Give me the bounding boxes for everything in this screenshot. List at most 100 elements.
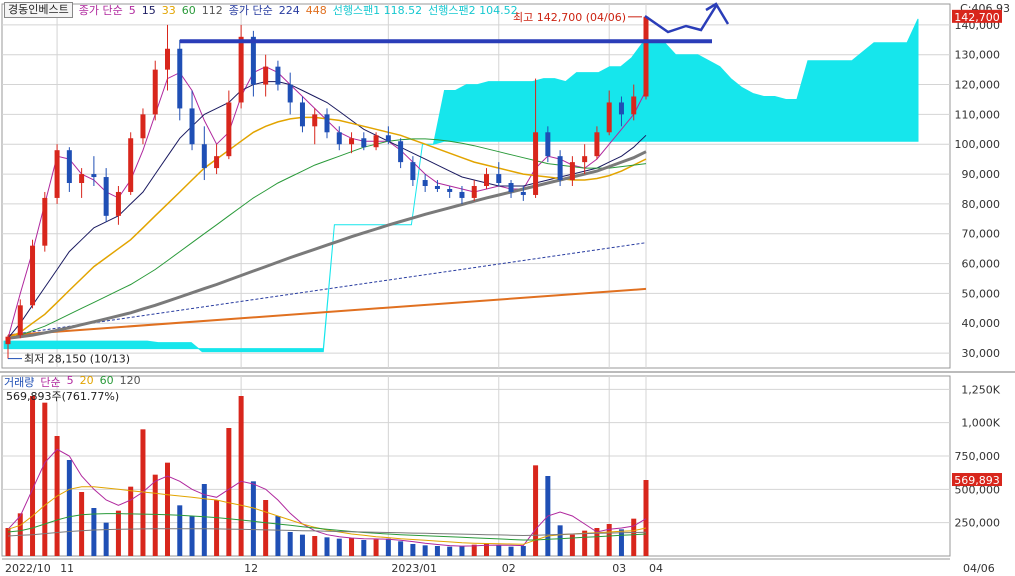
candle-body[interactable] <box>54 150 60 198</box>
candle-body[interactable] <box>471 186 477 198</box>
volume-bar[interactable] <box>410 544 416 556</box>
candle-body[interactable] <box>165 48 170 70</box>
volume-bar[interactable] <box>324 537 330 556</box>
volume-bar[interactable] <box>385 538 391 556</box>
volume-bar[interactable] <box>177 505 183 556</box>
candle-body[interactable] <box>508 183 514 192</box>
volume-bar[interactable] <box>226 428 232 556</box>
volume-bar[interactable] <box>189 516 195 556</box>
candle-body[interactable] <box>631 96 637 115</box>
volume-bar[interactable] <box>398 541 404 556</box>
candle-body[interactable] <box>17 305 23 336</box>
candle-body[interactable] <box>140 114 146 139</box>
candle-body[interactable] <box>226 102 232 157</box>
candle-body[interactable] <box>103 177 109 216</box>
candle-body[interactable] <box>152 69 158 115</box>
candle-body[interactable] <box>582 156 588 163</box>
candle-body[interactable] <box>434 186 440 189</box>
volume-info: 569,893주(761.77%) <box>6 390 120 403</box>
candle-body[interactable] <box>385 135 391 142</box>
candle-body[interactable] <box>520 191 526 195</box>
candle-body[interactable] <box>447 188 453 192</box>
candle-body[interactable] <box>606 102 612 133</box>
candle-body[interactable] <box>533 132 539 195</box>
candle-body[interactable] <box>594 132 600 157</box>
candle-body[interactable] <box>349 138 355 145</box>
price-tick-label: 130,000 <box>955 49 1001 62</box>
volume-bar[interactable] <box>299 534 305 556</box>
candle-body[interactable] <box>115 191 121 216</box>
candle-body[interactable] <box>128 138 134 192</box>
candle-body[interactable] <box>214 156 220 169</box>
volume-bar[interactable] <box>275 516 281 556</box>
low-price-label: 최저 28,150 (10/13) <box>24 353 130 366</box>
volume-bar[interactable] <box>434 546 440 556</box>
volume-bar[interactable] <box>496 545 502 556</box>
volume-bar[interactable] <box>349 538 355 556</box>
candle-body[interactable] <box>336 132 342 145</box>
price-tick-label: 80,000 <box>962 198 1001 211</box>
candle-body[interactable] <box>324 114 330 133</box>
volume-bar[interactable] <box>214 500 220 556</box>
volume-tick-label: 1,000K <box>961 417 1000 430</box>
volume-bar[interactable] <box>631 518 637 556</box>
volume-bar[interactable] <box>238 396 244 556</box>
candle-body[interactable] <box>275 66 281 85</box>
volume-bar[interactable] <box>643 480 649 556</box>
candle-body[interactable] <box>79 174 85 184</box>
volume-bar[interactable] <box>263 500 269 556</box>
candle-body[interactable] <box>422 180 428 186</box>
candle-body[interactable] <box>201 144 207 169</box>
candle-body[interactable] <box>545 132 551 157</box>
volume-bar[interactable] <box>287 532 293 556</box>
volume-bar[interactable] <box>115 510 121 556</box>
candle-body[interactable] <box>299 102 305 127</box>
volume-bar[interactable] <box>533 465 539 556</box>
candle-body[interactable] <box>287 84 293 103</box>
stock-name[interactable]: 경동인베스트 <box>4 2 73 18</box>
candle-body[interactable] <box>91 174 97 178</box>
candle-body[interactable] <box>643 16 649 97</box>
volume-bar[interactable] <box>459 546 465 556</box>
volume-bar[interactable] <box>361 540 367 556</box>
candle-body[interactable] <box>361 138 367 148</box>
candle-body[interactable] <box>263 66 269 85</box>
volume-bar[interactable] <box>128 486 134 556</box>
volume-bar[interactable] <box>152 474 158 556</box>
candle-body[interactable] <box>238 36 244 103</box>
volume-bar[interactable] <box>520 546 526 556</box>
stock-chart[interactable]: 140,000130,000120,000110,000100,00090,00… <box>0 0 1015 576</box>
candle-body[interactable] <box>459 191 465 198</box>
volume-bar[interactable] <box>447 546 453 556</box>
volume-bar[interactable] <box>422 545 428 556</box>
volume-bar[interactable] <box>30 396 36 556</box>
candle-body[interactable] <box>373 135 379 148</box>
volume-bar[interactable] <box>17 513 23 556</box>
volume-bar[interactable] <box>79 492 85 556</box>
volume-bar[interactable] <box>557 525 563 556</box>
volume-bar[interactable] <box>250 481 256 556</box>
candle-body[interactable] <box>569 162 575 181</box>
candle-body[interactable] <box>496 174 502 184</box>
candle-body[interactable] <box>5 336 11 345</box>
volume-bar[interactable] <box>373 539 379 556</box>
candle-body[interactable] <box>42 197 48 246</box>
volume-bar[interactable] <box>336 538 342 556</box>
candle-body[interactable] <box>484 174 489 186</box>
volume-bar[interactable] <box>91 508 97 556</box>
candle-body[interactable] <box>312 114 318 127</box>
volume-bar[interactable] <box>312 536 318 556</box>
candle-body[interactable] <box>557 156 563 181</box>
candle-body[interactable] <box>66 150 72 184</box>
candle-body[interactable] <box>250 36 256 85</box>
volume-bar[interactable] <box>103 522 109 556</box>
volume-bar[interactable] <box>508 546 514 556</box>
candle-body[interactable] <box>30 245 36 306</box>
candle-body[interactable] <box>189 108 195 145</box>
candle-body[interactable] <box>398 141 404 163</box>
volume-bar[interactable] <box>66 460 72 556</box>
volume-bar[interactable] <box>582 530 588 556</box>
candle-body[interactable] <box>618 102 624 115</box>
candle-body[interactable] <box>410 162 416 181</box>
candle-body[interactable] <box>177 48 183 109</box>
